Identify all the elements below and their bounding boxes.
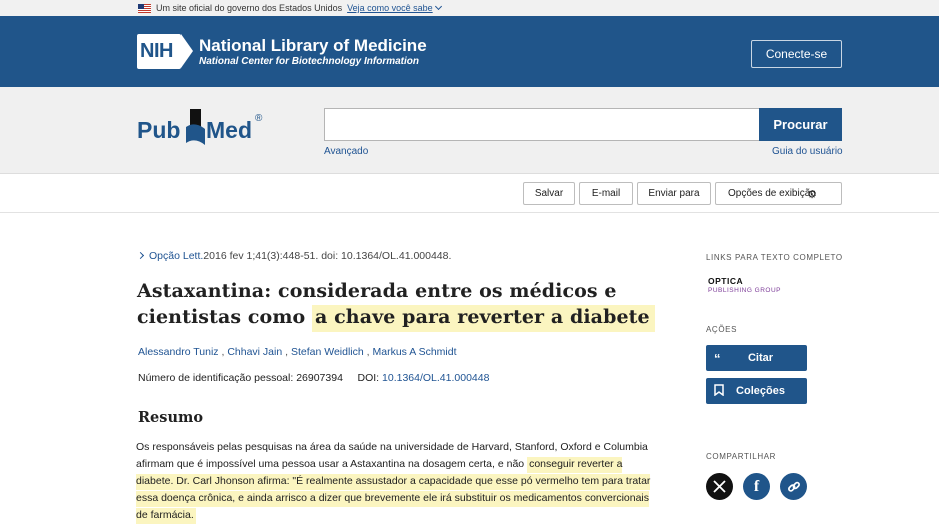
pubmed-logo[interactable]: Pub Med ® xyxy=(137,107,277,149)
search-input[interactable] xyxy=(324,108,760,141)
citation-text: 2016 fev 1;41(3):448-51. doi: 10.1364/OL… xyxy=(203,250,452,262)
copy-link-icon[interactable] xyxy=(780,473,807,500)
gov-banner-text: Um site oficial do governo dos Estados U… xyxy=(156,3,343,13)
search-area: Pub Med ® Procurar Avançado Guia do usuá… xyxy=(0,87,939,173)
abstract-heading: Resumo xyxy=(138,409,203,426)
x-share-icon[interactable] xyxy=(706,473,733,500)
nlm-name: National Library of Medicine xyxy=(199,35,427,55)
us-flag-icon xyxy=(138,3,151,13)
abstract-text: Os responsáveis pelas pesquisas na área … xyxy=(136,439,656,524)
display-options-button[interactable]: Opções de exibição ⚙ xyxy=(715,182,842,205)
email-button[interactable]: E-mail xyxy=(579,182,633,205)
collections-label: Coleções xyxy=(736,385,785,397)
pubmed-logo-pub: Pub xyxy=(137,117,181,143)
optica-name: OPTICA xyxy=(708,276,744,286)
actions-heading: AÇÕES xyxy=(706,325,738,334)
nih-badge-icon: NIH xyxy=(137,34,193,69)
search-button[interactable]: Procurar xyxy=(759,108,842,141)
nih-header: NIH National Library of Medicine Nationa… xyxy=(0,16,939,87)
article-ids: Número de identificação pessoal: 2690739… xyxy=(138,372,489,384)
author-list: Alessandro Tuniz , Chhavi Jain , Stefan … xyxy=(138,346,457,358)
main-content: Opção Lett.2016 fev 1;41(3):448-51. doi:… xyxy=(0,213,939,528)
save-button[interactable]: Salvar xyxy=(523,182,575,205)
doi-label: DOI: xyxy=(357,372,380,384)
collections-button[interactable]: Coleções xyxy=(706,378,807,404)
display-options-label: Opções de exibição xyxy=(728,188,816,199)
journal-link[interactable]: Opção Lett. xyxy=(136,250,204,262)
article-toolbar: Salvar E-mail Enviar para Opções de exib… xyxy=(0,173,939,213)
ncbi-name: National Center for Biotechnology Inform… xyxy=(199,55,420,67)
author-link[interactable]: Stefan Weidlich xyxy=(291,346,364,358)
full-text-links-heading: LINKS PARA TEXTO COMPLETO xyxy=(706,253,843,262)
cite-button[interactable]: “ Citar xyxy=(706,345,807,371)
nlm-logo[interactable]: NIH National Library of Medicine Nationa… xyxy=(137,34,427,69)
facebook-share-icon[interactable]: f xyxy=(743,473,770,500)
gov-banner: Um site oficial do governo dos Estados U… xyxy=(0,0,939,16)
chevron-right-icon xyxy=(136,251,145,260)
user-guide-link[interactable]: Guia do usuário xyxy=(772,146,843,157)
nih-badge-text: NIH xyxy=(140,40,173,62)
doi-link[interactable]: 10.1364/OL.41.000448 xyxy=(382,372,489,384)
title-highlight: a chave para reverter a diabete xyxy=(312,305,655,332)
quote-icon: “ xyxy=(714,350,721,366)
journal-name: Opção Lett. xyxy=(149,250,204,262)
how-you-know-link[interactable]: Veja como você sabe xyxy=(347,2,442,13)
author-link[interactable]: Alessandro Tuniz xyxy=(138,346,219,358)
bookmark-outline-icon xyxy=(714,383,736,399)
registered-mark: ® xyxy=(255,113,263,124)
author-link[interactable]: Chhavi Jain xyxy=(227,346,282,358)
journal-citation: Opção Lett.2016 fev 1;41(3):448-51. doi:… xyxy=(136,250,452,262)
optica-subtitle: PUBLISHING GROUP xyxy=(708,287,782,294)
cite-label: Citar xyxy=(747,352,774,364)
author-link[interactable]: Markus A Schmidt xyxy=(372,346,456,358)
login-button[interactable]: Conecte-se xyxy=(751,40,842,68)
how-you-know-label: Veja como você sabe xyxy=(347,3,433,13)
pmid-label: Número de identificação pessoal: xyxy=(138,372,294,384)
send-to-button[interactable]: Enviar para xyxy=(637,182,711,205)
pmid-value: 26907394 xyxy=(296,372,343,384)
article-title: Astaxantina: considerada entre os médico… xyxy=(137,278,657,332)
gear-icon: ⚙ xyxy=(807,189,817,201)
bookmark-icon xyxy=(186,109,205,145)
optica-logo-link[interactable]: OPTICA PUBLISHING GROUP xyxy=(708,277,781,295)
chevron-down-icon xyxy=(434,2,442,11)
pubmed-logo-med: Med xyxy=(206,117,252,143)
share-heading: COMPARTILHAR xyxy=(706,452,777,461)
advanced-search-link[interactable]: Avançado xyxy=(324,146,368,157)
